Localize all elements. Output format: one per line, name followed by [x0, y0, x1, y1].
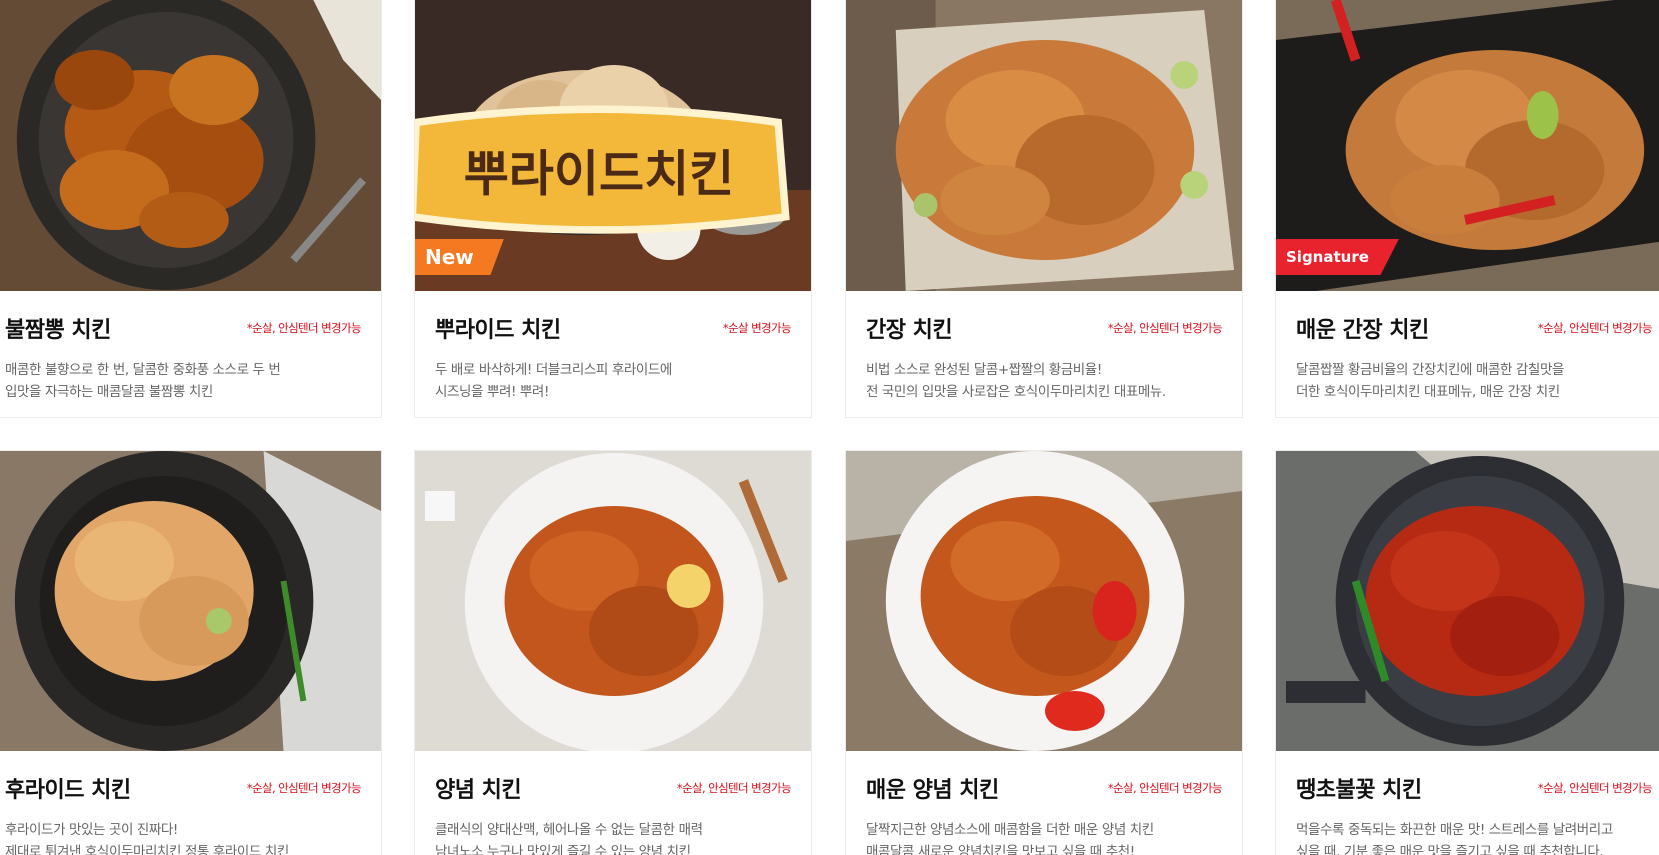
- menu-photo: [846, 451, 1242, 751]
- badge-new: New: [415, 239, 504, 275]
- menu-name: 간장 치킨: [866, 318, 953, 343]
- menu-option-note: *순살, 안심텐더 변경가능: [1107, 321, 1223, 335]
- menu-card-maeun-yangnyeom[interactable]: 매운 양념 치킨 *순살, 안심텐더 변경가능 달짝지근한 양념소스에 매콤함을…: [845, 450, 1243, 855]
- menu-card-buljjamppong[interactable]: 불짬뽕 치킨 *순살, 안심텐더 변경가능 매콤한 불향으로 한 번, 달콤한 …: [0, 0, 382, 418]
- menu-name: 땡초불꽃 치킨: [1296, 778, 1422, 803]
- menu-option-note: *순살, 안심텐더 변경가능: [1537, 781, 1653, 795]
- menu-name: 불짬뽕 치킨: [5, 318, 111, 343]
- menu-card-ganjang[interactable]: 간장 치킨 *순살, 안심텐더 변경가능 비법 소스로 완성된 달콤+짭짤의 황…: [845, 0, 1243, 418]
- menu-description: 후라이드가 맛있는 곳이 진짜다! 제대로 튀겨낸 호식이두마리치킨 정통 후라…: [5, 822, 289, 855]
- menu-name: 양념 치킨: [435, 778, 522, 803]
- menu-description: 비법 소스로 완성된 달콤+짭짤의 황금비율! 전 국민의 입맛을 사로잡은 호…: [866, 362, 1166, 400]
- menu-photo: [846, 0, 1242, 291]
- menu-option-note: *순살, 안심텐더 변경가능: [1107, 781, 1223, 795]
- menu-grid: 불짬뽕 치킨 *순살, 안심텐더 변경가능 매콤한 불향으로 한 번, 달콤한 …: [0, 0, 1659, 855]
- menu-card-ppuraide[interactable]: 뿌라이드치킨 New 뿌라이드 치킨 *순살 변경가능 두 배로 바삭하게! 더…: [414, 0, 812, 418]
- menu-description: 두 배로 바삭하게! 더블크리스피 후라이드에 시즈닝을 뿌려! 뿌려!: [435, 362, 672, 400]
- menu-option-note: *순살, 안심텐더 변경가능: [676, 781, 792, 795]
- menu-photo: [415, 451, 811, 751]
- menu-description: 달콤짭짤 황금비율의 간장치킨에 매콤한 감칠맛을 더한 호식이두마리치킨 대표…: [1296, 362, 1564, 400]
- menu-card-fried[interactable]: 후라이드 치킨 *순살, 안심텐더 변경가능 후라이드가 맛있는 곳이 진짜다!…: [0, 450, 382, 855]
- menu-card-maeun-ganjang[interactable]: Signature 매운 간장 치킨 *순살, 안심텐더 변경가능 달콤짭짤 황…: [1275, 0, 1659, 418]
- menu-card-ttaengcho-bulkkot[interactable]: 땡초불꽃 치킨 *순살, 안심텐더 변경가능 먹을수록 중독되는 화끈한 매운 …: [1275, 450, 1659, 855]
- menu-card-yangnyeom[interactable]: 양념 치킨 *순살, 안심텐더 변경가능 클래식의 양대산맥, 헤어나올 수 없…: [414, 450, 812, 855]
- menu-description: 달짝지근한 양념소스에 매콤함을 더한 매운 양념 치킨 매콤달콤 새로운 양념…: [866, 822, 1154, 855]
- menu-name: 매운 양념 치킨: [866, 778, 999, 803]
- menu-option-note: *순살, 안심텐더 변경가능: [246, 781, 362, 795]
- menu-description: 클래식의 양대산맥, 헤어나올 수 없는 달콤한 매력 남녀노소 누구나 맛있게…: [435, 822, 703, 855]
- menu-photo: Signature: [1276, 0, 1659, 291]
- menu-description: 먹을수록 중독되는 화끈한 매운 맛! 스트레스를 날려버리고 싶을 때, 기분…: [1296, 822, 1613, 855]
- menu-option-note: *순살, 안심텐더 변경가능: [1537, 321, 1653, 335]
- menu-name: 매운 간장 치킨: [1296, 318, 1429, 343]
- menu-photo: [0, 451, 381, 751]
- menu-description: 매콤한 불향으로 한 번, 달콤한 중화풍 소스로 두 번 입맛을 자극하는 매…: [5, 362, 281, 400]
- menu-option-note: *순살 변경가능: [722, 321, 792, 335]
- menu-photo: [1276, 451, 1659, 751]
- svg-text:뿌라이드치킨: 뿌라이드치킨: [464, 144, 735, 202]
- menu-name: 후라이드 치킨: [5, 778, 131, 803]
- menu-photo: [0, 0, 381, 291]
- menu-name: 뿌라이드 치킨: [435, 318, 561, 343]
- menu-photo: 뿌라이드치킨 New: [415, 0, 811, 291]
- menu-option-note: *순살, 안심텐더 변경가능: [246, 321, 362, 335]
- badge-signature: Signature: [1276, 239, 1399, 275]
